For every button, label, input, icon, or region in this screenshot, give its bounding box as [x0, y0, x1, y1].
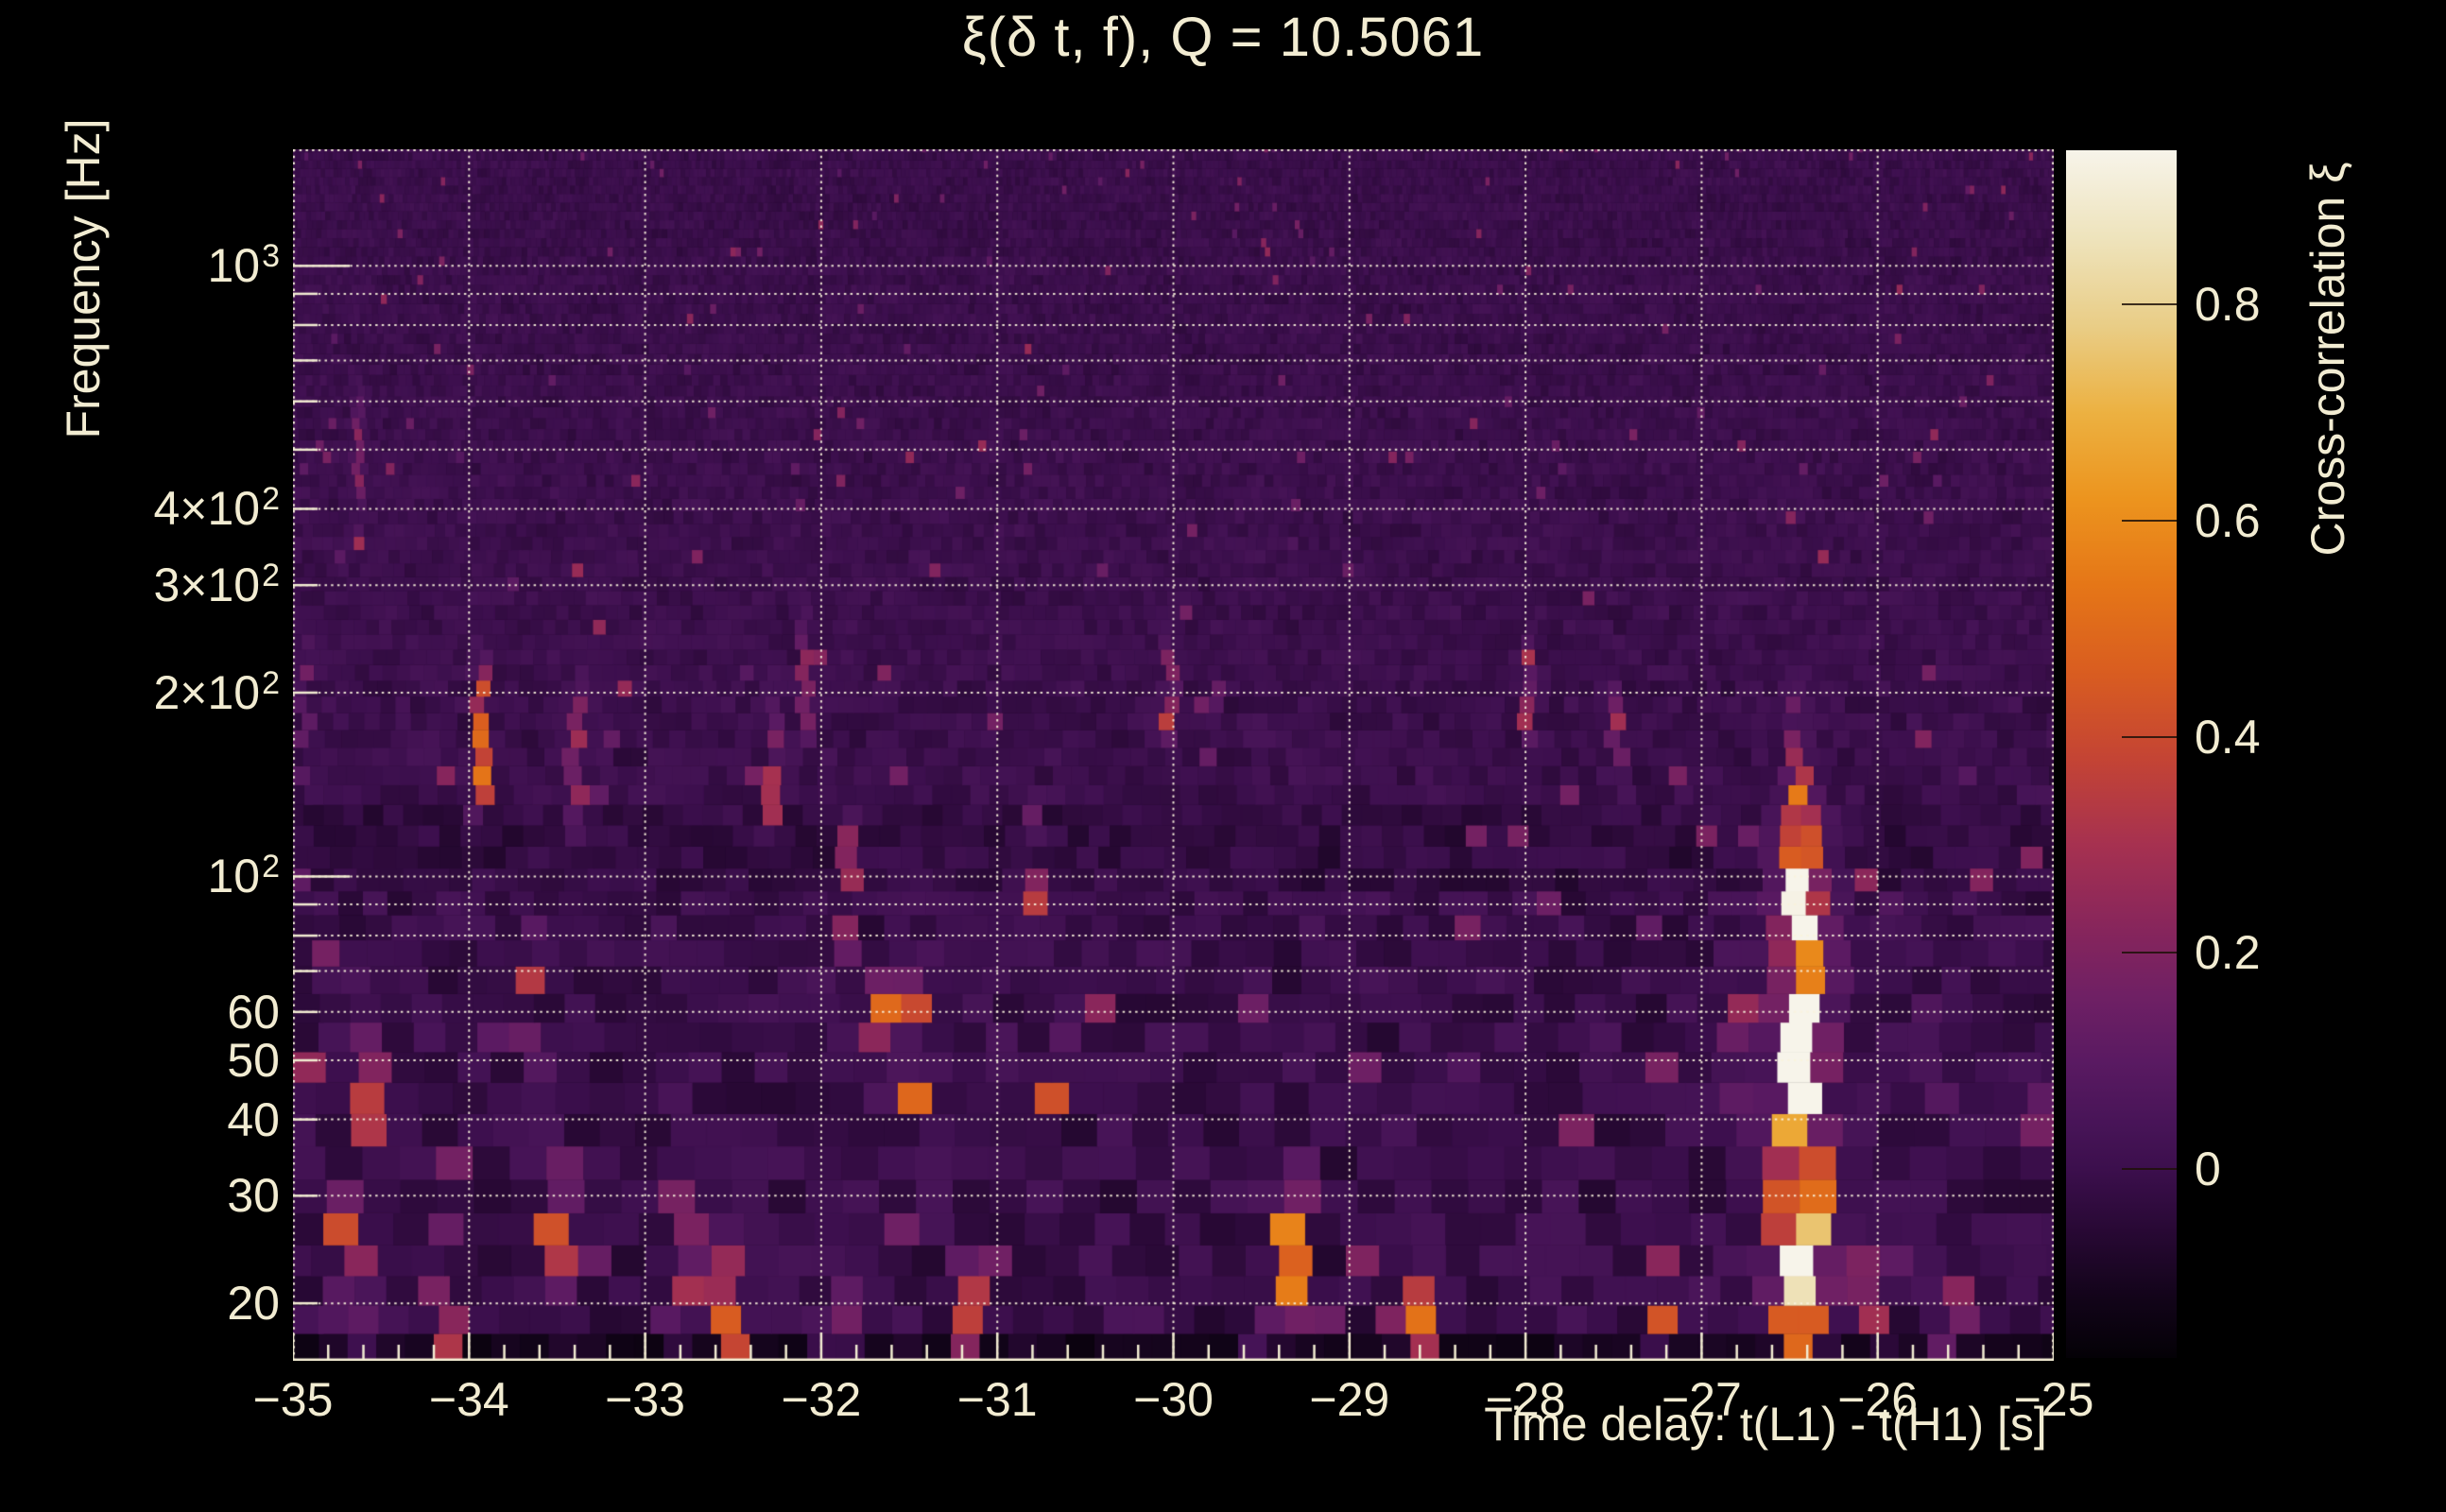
x-tick-label: −31	[956, 1373, 1038, 1426]
x-tick-label: −30	[1133, 1373, 1214, 1426]
x-tick-label: −34	[428, 1373, 509, 1426]
y-tick-label: 60	[227, 985, 280, 1039]
x-axis-label: Time delay: t(L1) - t(H1) [s]	[1484, 1398, 2047, 1451]
colorbar-tick-label: 0.2	[2195, 926, 2261, 980]
y-tick-label: 30	[227, 1169, 280, 1223]
x-tick-label: −33	[605, 1373, 685, 1426]
colorbar-tick-label: 0.8	[2195, 278, 2261, 332]
figure: ξ(δ t, f), Q = 10.5061 Frequency [Hz] −3…	[0, 0, 2446, 1512]
y-tick-label: 20	[227, 1277, 280, 1331]
y-tick-label: 3×102	[153, 558, 280, 612]
colorbar-tick	[2121, 735, 2177, 738]
y-tick-label: 2×102	[153, 664, 280, 719]
y-tick-label: 50	[227, 1034, 280, 1087]
y-tick-label: 4×102	[153, 481, 280, 536]
colorbar-tick	[2121, 303, 2177, 306]
colorbar-tick	[2121, 952, 2177, 954]
x-tick-label: −35	[252, 1373, 334, 1426]
colorbar-tick-label: 0	[2195, 1142, 2221, 1195]
colorbar-tick	[2121, 520, 2177, 523]
colorbar-label: Cross-correlation ξ	[2301, 162, 2354, 557]
y-tick-label: 102	[207, 849, 280, 903]
page-title: ξ(δ t, f), Q = 10.5061	[961, 7, 1485, 68]
colorbar-tick-label: 0.4	[2195, 710, 2261, 764]
colorbar-tick-label: 0.6	[2195, 494, 2261, 548]
y-tick-label: 103	[207, 238, 280, 293]
colorbar	[2066, 150, 2177, 1358]
spectrogram-heatmap	[293, 149, 2054, 1361]
colorbar-tick	[2121, 1167, 2177, 1170]
y-tick-label: 40	[227, 1092, 280, 1146]
x-tick-label: −32	[781, 1373, 862, 1426]
